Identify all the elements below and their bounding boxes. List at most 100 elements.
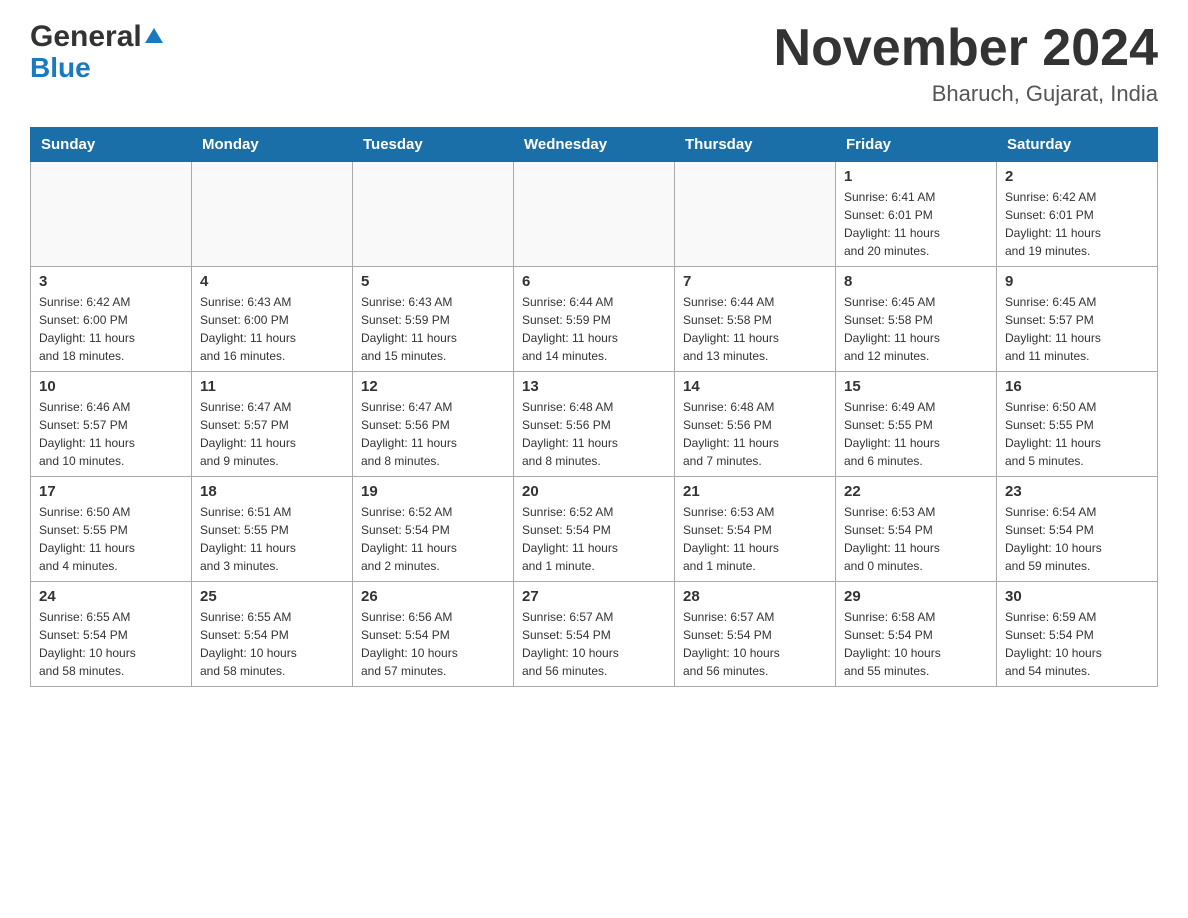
calendar-cell: 28 Sunrise: 6:57 AMSunset: 5:54 PMDayligh… [675,582,836,687]
day-number: 18 [200,483,344,500]
day-info: Sunrise: 6:51 AMSunset: 5:55 PMDaylight:… [200,503,344,575]
calendar-cell [31,162,192,267]
calendar-cell: 18 Sunrise: 6:51 AMSunset: 5:55 PMDayligh… [192,477,353,582]
day-number: 7 [683,273,827,290]
calendar-cell: 25 Sunrise: 6:55 AMSunset: 5:54 PMDayligh… [192,582,353,687]
col-header-wednesday: Wednesday [514,128,675,162]
day-number: 10 [39,378,183,395]
day-info: Sunrise: 6:45 AMSunset: 5:58 PMDaylight:… [844,293,988,365]
day-number: 30 [1005,588,1149,605]
day-info: Sunrise: 6:46 AMSunset: 5:57 PMDaylight:… [39,398,183,470]
day-info: Sunrise: 6:54 AMSunset: 5:54 PMDaylight:… [1005,503,1149,575]
calendar-cell: 10 Sunrise: 6:46 AMSunset: 5:57 PMDayligh… [31,372,192,477]
day-number: 16 [1005,378,1149,395]
day-number: 3 [39,273,183,290]
day-info: Sunrise: 6:47 AMSunset: 5:56 PMDaylight:… [361,398,505,470]
calendar-cell: 12 Sunrise: 6:47 AMSunset: 5:56 PMDayligh… [353,372,514,477]
page-header: General Blue November 2024 Bharuch, Guja… [30,20,1158,107]
month-year-title: November 2024 [774,20,1158,77]
calendar-cell: 11 Sunrise: 6:47 AMSunset: 5:57 PMDayligh… [192,372,353,477]
calendar-week-3: 10 Sunrise: 6:46 AMSunset: 5:57 PMDayligh… [31,372,1158,477]
calendar-cell [353,162,514,267]
day-number: 26 [361,588,505,605]
day-info: Sunrise: 6:52 AMSunset: 5:54 PMDaylight:… [361,503,505,575]
day-number: 27 [522,588,666,605]
day-number: 25 [200,588,344,605]
day-number: 17 [39,483,183,500]
day-info: Sunrise: 6:49 AMSunset: 5:55 PMDaylight:… [844,398,988,470]
day-info: Sunrise: 6:44 AMSunset: 5:58 PMDaylight:… [683,293,827,365]
col-header-friday: Friday [836,128,997,162]
day-info: Sunrise: 6:56 AMSunset: 5:54 PMDaylight:… [361,608,505,680]
day-number: 11 [200,378,344,395]
calendar-cell: 17 Sunrise: 6:50 AMSunset: 5:55 PMDayligh… [31,477,192,582]
day-number: 2 [1005,168,1149,185]
col-header-monday: Monday [192,128,353,162]
day-number: 23 [1005,483,1149,500]
day-number: 1 [844,168,988,185]
calendar-cell: 21Sunrise: 6:53 AMSunset: 5:54 PMDayligh… [675,477,836,582]
day-number: 15 [844,378,988,395]
day-info: Sunrise: 6:43 AMSunset: 5:59 PMDaylight:… [361,293,505,365]
calendar-cell [192,162,353,267]
calendar-cell: 27 Sunrise: 6:57 AMSunset: 5:54 PMDayligh… [514,582,675,687]
day-number: 4 [200,273,344,290]
day-number: 19 [361,483,505,500]
logo-blue: Blue [30,53,91,84]
day-info: Sunrise: 6:55 AMSunset: 5:54 PMDaylight:… [39,608,183,680]
calendar-cell: 3Sunrise: 6:42 AMSunset: 6:00 PMDaylight… [31,267,192,372]
col-header-sunday: Sunday [31,128,192,162]
day-info: Sunrise: 6:47 AMSunset: 5:57 PMDaylight:… [200,398,344,470]
day-number: 8 [844,273,988,290]
day-info: Sunrise: 6:45 AMSunset: 5:57 PMDaylight:… [1005,293,1149,365]
calendar-cell: 23 Sunrise: 6:54 AMSunset: 5:54 PMDayligh… [997,477,1158,582]
day-info: Sunrise: 6:50 AMSunset: 5:55 PMDaylight:… [1005,398,1149,470]
day-info: Sunrise: 6:53 AMSunset: 5:54 PMDaylight:… [844,503,988,575]
calendar-cell: 15 Sunrise: 6:49 AMSunset: 5:55 PMDayligh… [836,372,997,477]
calendar-cell: 4Sunrise: 6:43 AMSunset: 6:00 PMDaylight… [192,267,353,372]
calendar-header-row: SundayMondayTuesdayWednesdayThursdayFrid… [31,128,1158,162]
calendar-cell: 20 Sunrise: 6:52 AMSunset: 5:54 PMDayligh… [514,477,675,582]
day-number: 13 [522,378,666,395]
calendar-cell: 30 Sunrise: 6:59 AMSunset: 5:54 PMDayligh… [997,582,1158,687]
col-header-thursday: Thursday [675,128,836,162]
day-number: 24 [39,588,183,605]
day-info: Sunrise: 6:58 AMSunset: 5:54 PMDaylight:… [844,608,988,680]
calendar-cell: 7 Sunrise: 6:44 AMSunset: 5:58 PMDaylight… [675,267,836,372]
day-info: Sunrise: 6:41 AMSunset: 6:01 PMDaylight:… [844,188,988,260]
day-info: Sunrise: 6:59 AMSunset: 5:54 PMDaylight:… [1005,608,1149,680]
calendar-cell: 1 Sunrise: 6:41 AMSunset: 6:01 PMDaylight… [836,162,997,267]
calendar-cell: 8 Sunrise: 6:45 AMSunset: 5:58 PMDaylight… [836,267,997,372]
calendar-cell: 5 Sunrise: 6:43 AMSunset: 5:59 PMDaylight… [353,267,514,372]
title-area: November 2024 Bharuch, Gujarat, India [774,20,1158,107]
day-number: 6 [522,273,666,290]
day-number: 12 [361,378,505,395]
day-info: Sunrise: 6:42 AMSunset: 6:01 PMDaylight:… [1005,188,1149,260]
calendar-cell: 22Sunrise: 6:53 AMSunset: 5:54 PMDayligh… [836,477,997,582]
day-info: Sunrise: 6:57 AMSunset: 5:54 PMDaylight:… [522,608,666,680]
calendar-week-4: 17 Sunrise: 6:50 AMSunset: 5:55 PMDayligh… [31,477,1158,582]
location-subtitle: Bharuch, Gujarat, India [774,81,1158,107]
day-number: 5 [361,273,505,290]
day-info: Sunrise: 6:48 AMSunset: 5:56 PMDaylight:… [522,398,666,470]
day-info: Sunrise: 6:50 AMSunset: 5:55 PMDaylight:… [39,503,183,575]
day-info: Sunrise: 6:57 AMSunset: 5:54 PMDaylight:… [683,608,827,680]
day-info: Sunrise: 6:52 AMSunset: 5:54 PMDaylight:… [522,503,666,575]
calendar-cell: 24 Sunrise: 6:55 AMSunset: 5:54 PMDayligh… [31,582,192,687]
col-header-tuesday: Tuesday [353,128,514,162]
day-number: 20 [522,483,666,500]
calendar-cell: 26 Sunrise: 6:56 AMSunset: 5:54 PMDayligh… [353,582,514,687]
calendar-cell [514,162,675,267]
day-number: 9 [1005,273,1149,290]
calendar-week-2: 3Sunrise: 6:42 AMSunset: 6:00 PMDaylight… [31,267,1158,372]
calendar-table: SundayMondayTuesdayWednesdayThursdayFrid… [30,127,1158,687]
day-number: 28 [683,588,827,605]
calendar-cell: 6Sunrise: 6:44 AMSunset: 5:59 PMDaylight… [514,267,675,372]
calendar-cell: 14Sunrise: 6:48 AMSunset: 5:56 PMDayligh… [675,372,836,477]
day-info: Sunrise: 6:55 AMSunset: 5:54 PMDaylight:… [200,608,344,680]
calendar-cell: 16 Sunrise: 6:50 AMSunset: 5:55 PMDayligh… [997,372,1158,477]
day-info: Sunrise: 6:48 AMSunset: 5:56 PMDaylight:… [683,398,827,470]
logo-general: General [30,20,163,53]
col-header-saturday: Saturday [997,128,1158,162]
calendar-week-1: 1 Sunrise: 6:41 AMSunset: 6:01 PMDaylight… [31,162,1158,267]
